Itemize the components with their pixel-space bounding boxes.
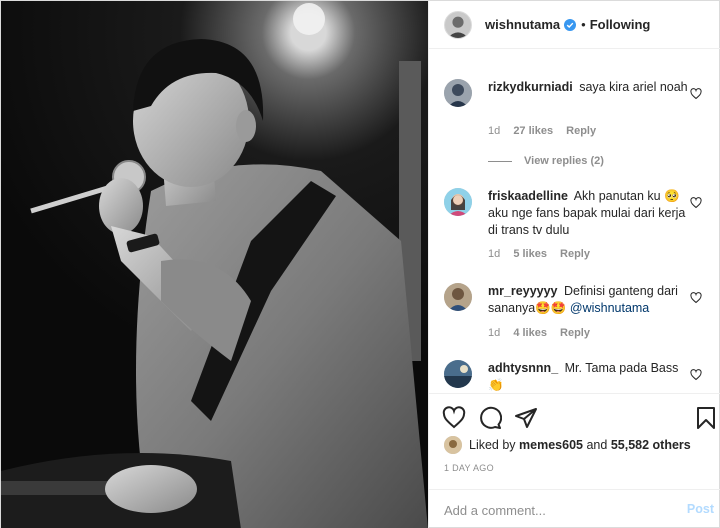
liker-username[interactable]: memes605 <box>519 438 583 452</box>
commenter-username[interactable]: friskaadelline <box>488 189 568 203</box>
comment-content: saya kira ariel noah <box>579 80 688 94</box>
reply-button[interactable]: Reply <box>560 327 590 339</box>
post-actions-bar <box>429 393 720 433</box>
post-comment-button[interactable]: Post <box>687 502 714 516</box>
heart-icon[interactable] <box>442 406 466 430</box>
share-icon[interactable] <box>514 406 538 430</box>
commenter-username[interactable]: adhtysnnn_ <box>488 361 558 375</box>
view-replies-label[interactable]: View replies (2) <box>524 155 604 167</box>
like-comment-heart-icon[interactable] <box>690 292 702 304</box>
commenter-avatar[interactable] <box>444 79 472 107</box>
instagram-post-modal: wishnutama • Following rizkydkurniadi sa… <box>0 0 720 528</box>
view-replies-line <box>488 160 512 162</box>
like-comment-heart-icon[interactable] <box>690 369 702 381</box>
commenter-username[interactable]: mr_reyyyyy <box>488 284 558 298</box>
comment-meta: 1d 5 likes Reply <box>488 248 600 260</box>
photo-illustration <box>1 3 428 528</box>
post-side-panel: wishnutama • Following rizkydkurniadi sa… <box>428 1 720 528</box>
bookmark-icon[interactable] <box>694 406 718 430</box>
header-separator: • <box>581 17 586 32</box>
likes-summary: Liked by memes605 and 55,582 others <box>444 435 691 455</box>
comment-likes[interactable]: 4 likes <box>513 327 547 339</box>
author-username[interactable]: wishnutama <box>485 17 560 32</box>
verified-badge-icon <box>564 18 577 31</box>
comment-mention-link[interactable]: @wishnutama <box>570 301 649 315</box>
author-avatar[interactable] <box>444 10 472 39</box>
add-comment-bar: Post <box>429 489 720 528</box>
comment-text: rizkydkurniadi saya kira ariel noah <box>488 79 688 96</box>
reply-button[interactable]: Reply <box>566 125 596 137</box>
comment-meta: 1d 4 likes Reply <box>488 327 600 339</box>
commenter-avatar[interactable] <box>444 360 472 388</box>
comment-text: mr_reyyyyy Definisi ganteng dari sananya… <box>488 283 688 317</box>
liker-avatar[interactable] <box>444 436 462 454</box>
post-header: wishnutama • Following <box>429 1 720 49</box>
comment-text: friskaadelline Akh panutan ku 🥺 aku nge … <box>488 188 688 239</box>
view-replies-button[interactable]: View replies (2) <box>488 155 604 167</box>
reply-button[interactable]: Reply <box>560 248 590 260</box>
post-photo[interactable] <box>1 1 428 528</box>
commenter-avatar[interactable] <box>444 188 472 216</box>
liked-by-and: and <box>586 438 608 452</box>
comment-age: 1d <box>488 327 501 339</box>
post-timestamp[interactable]: 1 DAY AGO <box>444 463 494 473</box>
comment-icon[interactable] <box>478 406 502 430</box>
like-comment-heart-icon[interactable] <box>690 88 702 100</box>
comment-age: 1d <box>488 248 501 260</box>
comment-age: 1d <box>488 125 501 137</box>
comments-list[interactable]: rizkydkurniadi saya kira ariel noah 1d 2… <box>429 49 720 393</box>
commenter-username[interactable]: rizkydkurniadi <box>488 80 573 94</box>
comment-text: adhtysnnn_ Mr. Tama pada Bass 👏 <box>488 360 688 393</box>
likes-others-count[interactable]: 55,582 others <box>611 438 691 452</box>
like-comment-heart-icon[interactable] <box>690 197 702 209</box>
comment-likes[interactable]: 27 likes <box>513 125 553 137</box>
add-comment-input[interactable] <box>444 501 664 519</box>
following-button[interactable]: Following <box>590 17 651 32</box>
comment-meta: 1d 27 likes Reply <box>488 125 606 137</box>
liked-by-prefix: Liked by <box>469 438 516 452</box>
commenter-avatar[interactable] <box>444 283 472 311</box>
comment-likes[interactable]: 5 likes <box>513 248 547 260</box>
